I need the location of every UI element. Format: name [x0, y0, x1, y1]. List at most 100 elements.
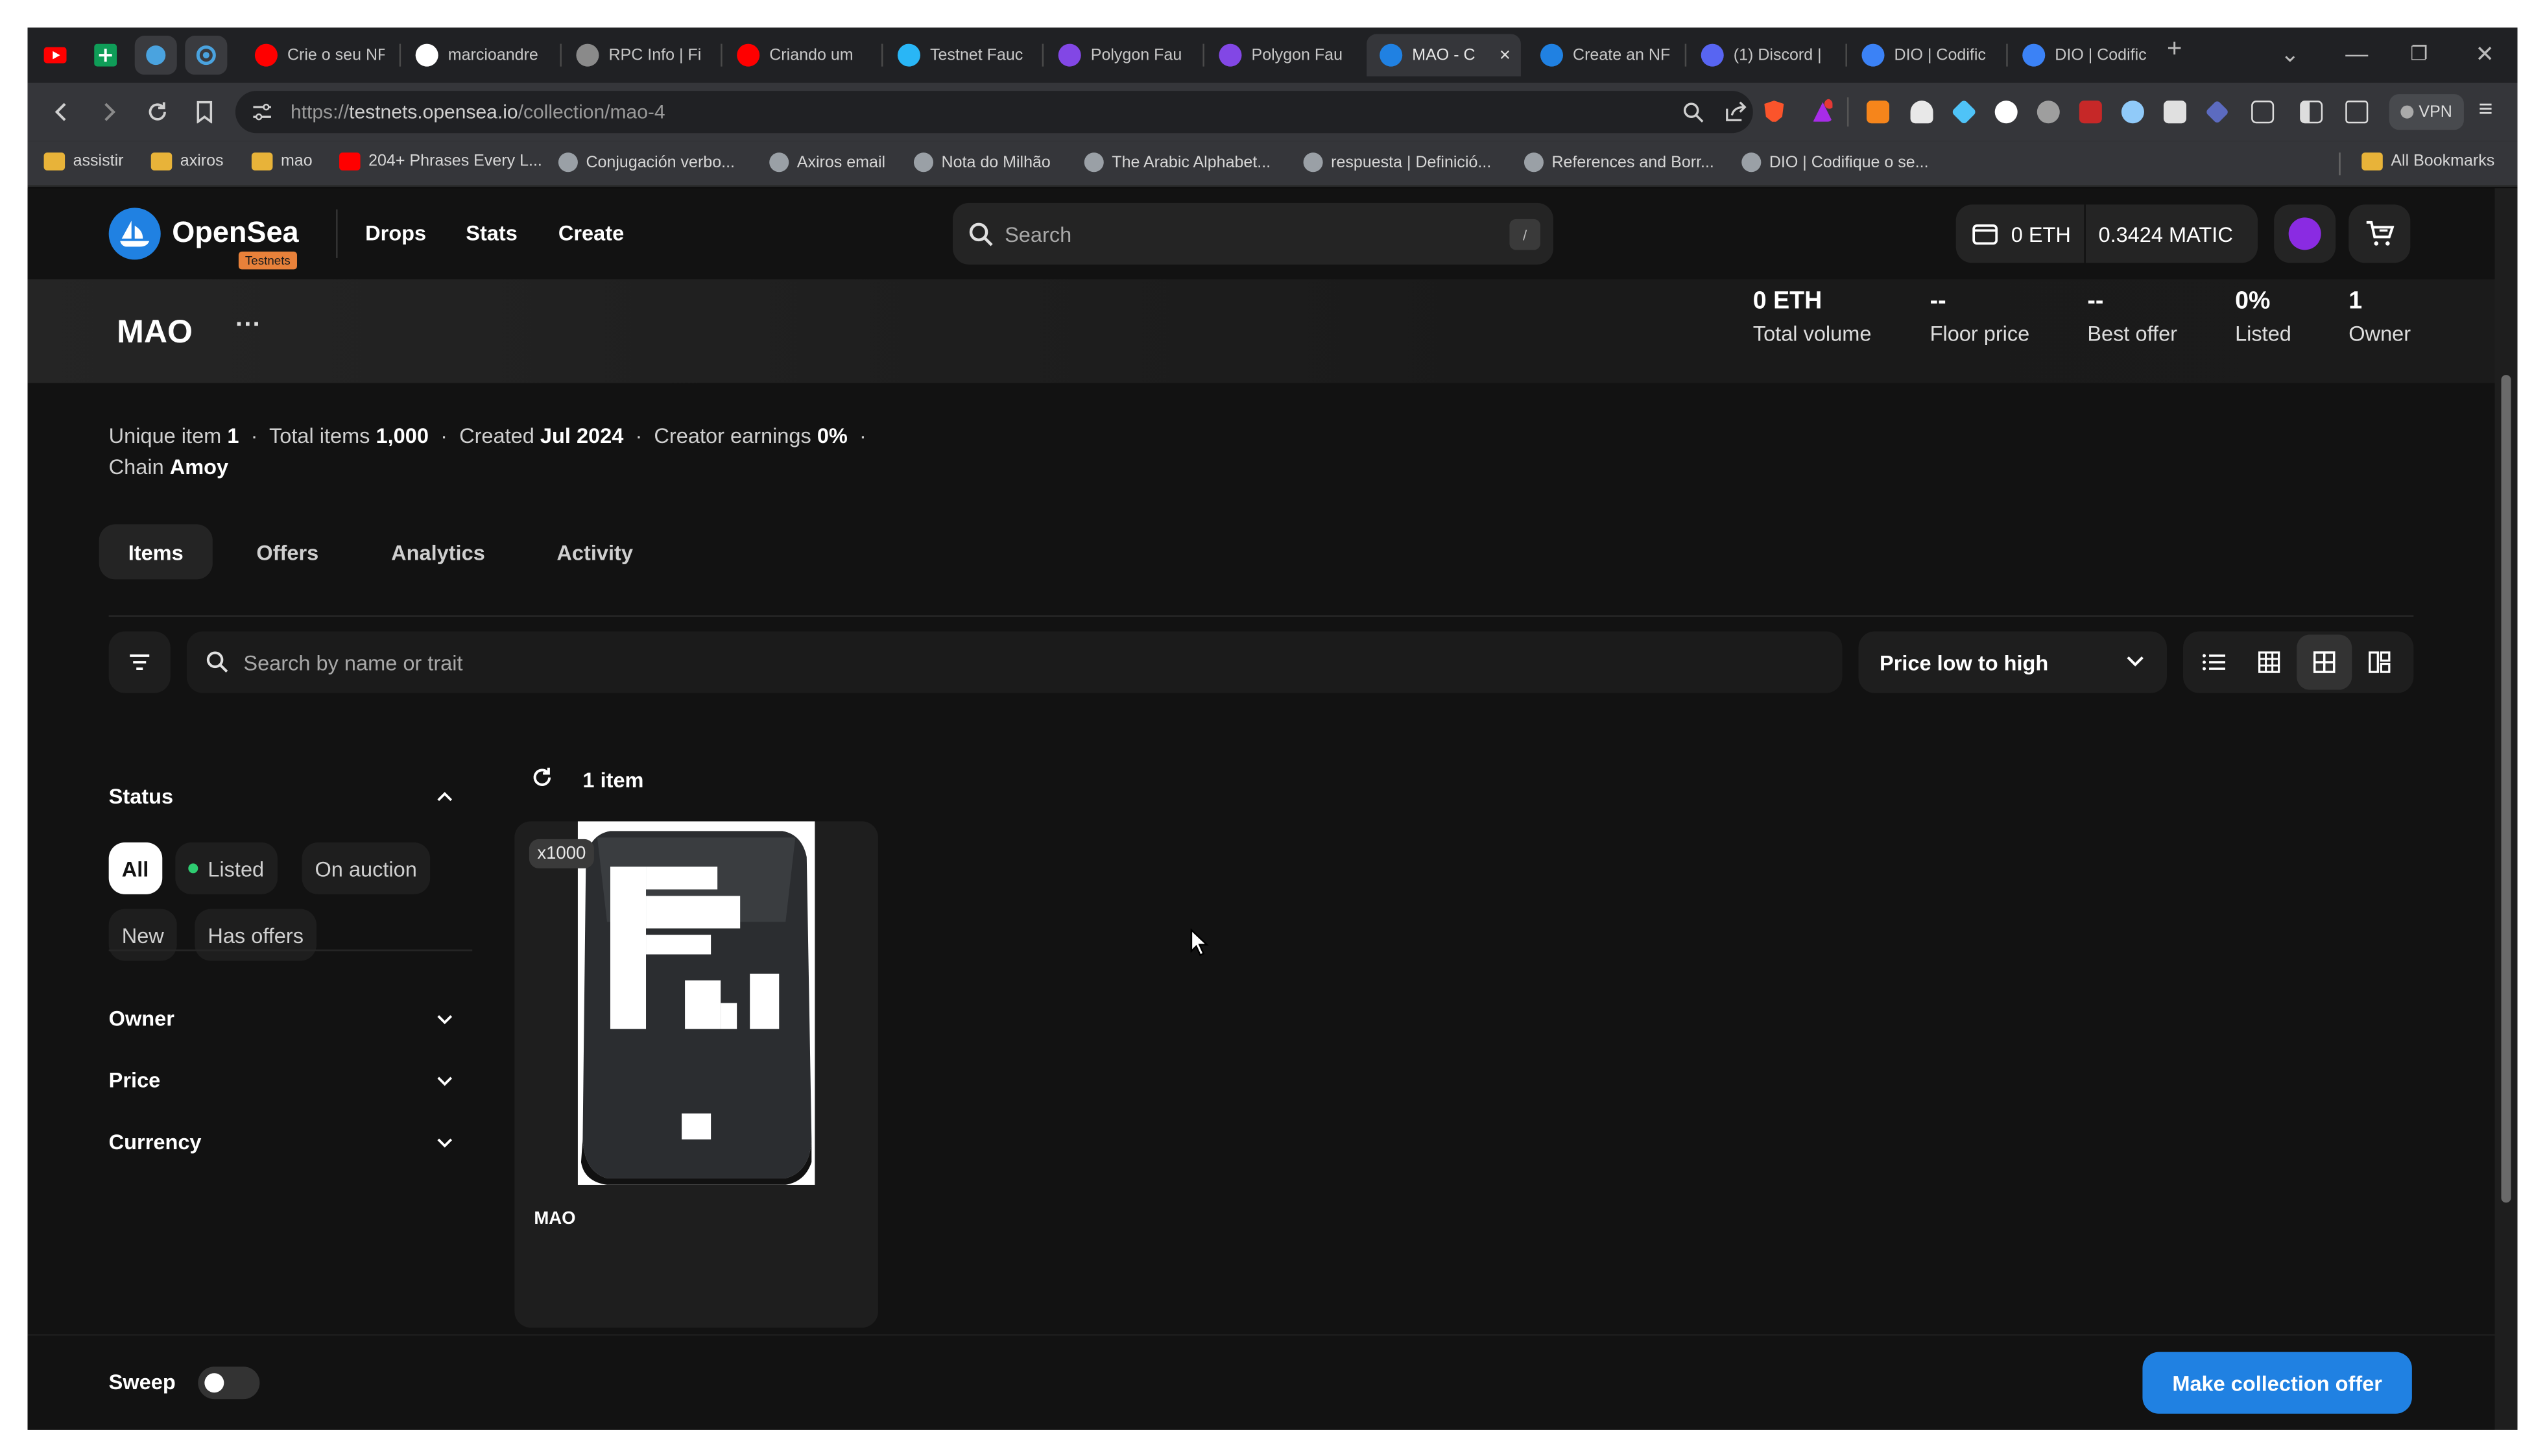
owner-filter-heading[interactable]: Owner: [109, 1007, 174, 1031]
tab-analytics[interactable]: Analytics: [362, 524, 514, 579]
brand-name[interactable]: OpenSea: [172, 216, 298, 250]
bookmark-item[interactable]: Axiros email: [769, 152, 885, 173]
tab-items[interactable]: Items: [99, 524, 213, 580]
bookmark-item[interactable]: The Arabic Alphabet...: [1084, 152, 1271, 173]
zoom-icon[interactable]: [1682, 101, 1704, 123]
status-chip-has-offers[interactable]: Has offers: [195, 909, 317, 961]
vpn-button[interactable]: VPN: [2389, 94, 2464, 130]
metamask-icon[interactable]: [1866, 101, 1890, 124]
reload-button[interactable]: [139, 94, 175, 130]
filter-toggle-button[interactable]: [108, 631, 171, 693]
menu-icon[interactable]: ≡: [2478, 96, 2492, 124]
bookmark-item[interactable]: assistir: [43, 152, 124, 171]
status-filter-heading[interactable]: Status: [109, 784, 173, 809]
separator: ·: [440, 424, 448, 448]
opensea-logo-icon[interactable]: [108, 208, 161, 260]
more-options-button[interactable]: ···: [235, 311, 261, 340]
sweep-toggle[interactable]: [198, 1366, 260, 1400]
sidebar-toggle-icon[interactable]: [2300, 101, 2323, 124]
back-button[interactable]: [44, 94, 80, 130]
restore-button[interactable]: ❐: [2410, 42, 2428, 65]
browser-tab[interactable]: Crie o seu NF: [242, 34, 396, 77]
browser-tab[interactable]: Criando um: [724, 34, 878, 77]
close-tab-icon[interactable]: ✕: [1499, 46, 1511, 64]
bookmark-item[interactable]: References and Borr...: [1523, 152, 1714, 173]
gear-icon: [196, 45, 216, 66]
scrollbar-thumb[interactable]: [2501, 375, 2511, 1203]
browser-tab[interactable]: Create an NF: [1527, 34, 1682, 77]
tab-search-icon[interactable]: ⌄: [2280, 41, 2299, 69]
ublock-icon[interactable]: [2079, 101, 2102, 124]
browser-tab[interactable]: (1) Discord |: [1688, 34, 1843, 77]
browser-tab[interactable]: DIO | Codific: [1848, 34, 2003, 77]
browser-tab[interactable]: Testnet Fauc: [885, 34, 1039, 77]
extension-gray-icon[interactable]: [2037, 101, 2060, 124]
chevron-down-icon[interactable]: [436, 1011, 453, 1027]
tab-activity[interactable]: Activity: [527, 524, 662, 579]
make-collection-offer-button[interactable]: Make collection offer: [2142, 1352, 2412, 1414]
tab-title: (1) Discord |: [1733, 46, 1822, 64]
browser-tab[interactable]: Polygon Fau: [1206, 34, 1360, 77]
sort-select[interactable]: Price low to high: [1858, 631, 2167, 693]
browser-tab[interactable]: RPC Info | Fi: [563, 34, 717, 77]
currency-filter-heading[interactable]: Currency: [109, 1130, 202, 1154]
global-search-input[interactable]: Search /: [953, 202, 1553, 265]
bookmark-item[interactable]: Nota do Milhão: [913, 152, 1051, 173]
extensions-puzzle-icon[interactable]: [2251, 101, 2275, 124]
browser-tab[interactable]: DIO | Codific: [2009, 34, 2164, 77]
trait-search-input[interactable]: Search by name or trait: [186, 631, 1843, 693]
bookmark-item[interactable]: DIO | Codifique o se...: [1741, 152, 1929, 173]
bookmark-button[interactable]: [187, 94, 222, 130]
nav-drops[interactable]: Drops: [365, 221, 426, 245]
status-chip-new[interactable]: New: [108, 909, 177, 961]
nft-card[interactable]: x1000 MAO: [514, 821, 878, 1328]
browser-tab[interactable]: MAO - C ✕: [1367, 34, 1521, 77]
page-scrollbar[interactable]: [2494, 188, 2518, 1430]
status-chip-listed[interactable]: Listed: [175, 842, 278, 894]
minimize-button[interactable]: —: [2345, 41, 2368, 67]
brave-rewards-icon[interactable]: [1810, 99, 1833, 122]
pinned-tab-app[interactable]: [134, 36, 177, 75]
refresh-icon[interactable]: [531, 766, 553, 789]
forward-button[interactable]: [91, 94, 126, 130]
nav-stats[interactable]: Stats: [466, 221, 518, 245]
pinned-tab-sheets[interactable]: [84, 36, 126, 75]
extension-compass-icon[interactable]: [1994, 101, 2018, 124]
wallet-balance-button[interactable]: 0 ETH 0.3424 MATIC: [1955, 204, 2258, 263]
grid-small-view-button[interactable]: [2241, 635, 2297, 690]
bookmark-item[interactable]: mao: [251, 152, 313, 171]
status-chip-on-auction[interactable]: On auction: [302, 842, 430, 894]
close-window-button[interactable]: ✕: [2475, 41, 2494, 69]
address-bar[interactable]: https://testnets.opensea.io/collection/m…: [235, 91, 1753, 134]
wallet-icon[interactable]: [2345, 101, 2369, 124]
bookmark-item[interactable]: Conjugación verbo...: [558, 152, 735, 173]
grid-large-view-button[interactable]: [2352, 635, 2407, 690]
price-filter-heading[interactable]: Price: [109, 1068, 161, 1093]
browser-tab[interactable]: Polygon Fau: [1045, 34, 1200, 77]
bookmark-item[interactable]: respuesta | Definició...: [1303, 152, 1491, 173]
status-chip-all[interactable]: All: [108, 842, 162, 894]
bookmark-item[interactable]: 204+ Phrases Every L...: [339, 152, 542, 171]
chevron-down-icon[interactable]: [436, 1073, 453, 1089]
pinned-tab-youtube[interactable]: [34, 36, 77, 75]
extension-cloud-icon[interactable]: [1910, 101, 1933, 124]
extension-diamond-icon[interactable]: [2204, 100, 2230, 125]
chevron-down-icon[interactable]: [436, 1134, 453, 1151]
extension-screenshot-icon[interactable]: [2163, 101, 2187, 124]
list-view-button[interactable]: [2186, 635, 2241, 690]
share-icon[interactable]: [1724, 101, 1747, 123]
chevron-up-icon[interactable]: [436, 789, 453, 805]
brave-shield-icon[interactable]: [1761, 99, 1784, 122]
pinned-tab-settings[interactable]: [185, 36, 228, 75]
profile-avatar-button[interactable]: [2274, 204, 2336, 263]
new-tab-button[interactable]: +: [2167, 36, 2182, 65]
extension-blue-icon[interactable]: [2121, 101, 2144, 124]
cart-button[interactable]: [2348, 204, 2411, 263]
browser-tab[interactable]: marcioandre: [403, 34, 557, 77]
all-bookmarks-folder[interactable]: All Bookmarks: [2361, 152, 2494, 171]
bookmark-item[interactable]: axiros: [150, 152, 224, 171]
extension-gem-icon[interactable]: [1951, 99, 1977, 125]
tab-offers[interactable]: Offers: [227, 524, 348, 579]
nav-create[interactable]: Create: [558, 221, 624, 245]
grid-medium-view-button[interactable]: [2297, 634, 2352, 690]
